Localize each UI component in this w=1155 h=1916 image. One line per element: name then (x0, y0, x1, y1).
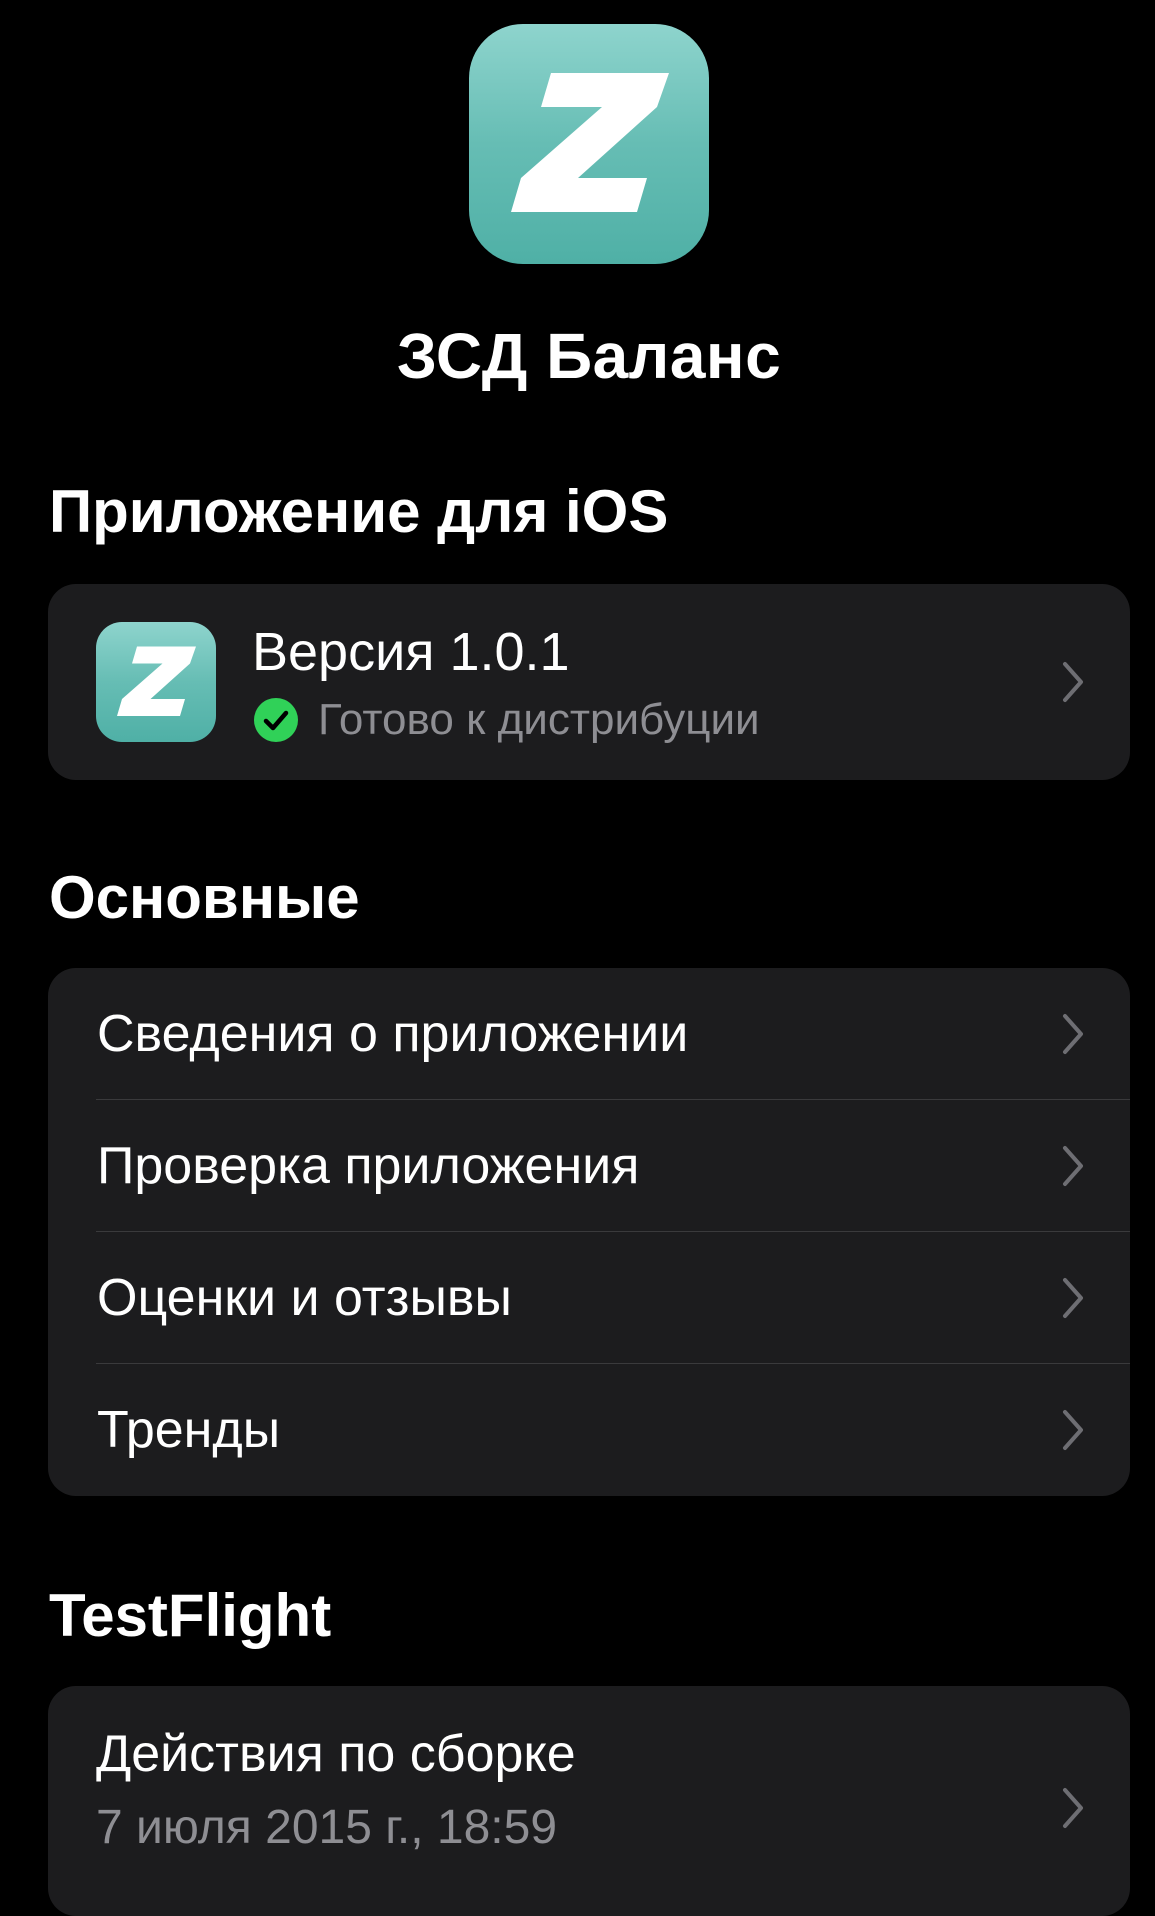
general-list: Сведения о приложении Проверка приложени… (48, 968, 1130, 1496)
chevron-right-icon (1062, 661, 1084, 703)
version-row[interactable]: Версия 1.0.1 Готово к дистрибуции (48, 584, 1130, 780)
section-header-general: Основные (49, 864, 360, 931)
checkmark-circle-icon (254, 698, 298, 742)
z-letter-icon (117, 646, 196, 716)
build-activity-title: Действия по сборке (96, 1725, 576, 1783)
status-label: Готово к дистрибуции (318, 695, 760, 744)
app-icon-large (469, 24, 709, 264)
app-icon-small (96, 622, 216, 742)
version-label: Версия 1.0.1 (252, 622, 570, 682)
list-item-label: Сведения о приложении (97, 1005, 689, 1063)
list-item-label: Проверка приложения (97, 1137, 640, 1195)
list-item-trends[interactable]: Тренды (48, 1364, 1130, 1496)
list-item-label: Оценки и отзывы (97, 1269, 512, 1327)
section-header-testflight: TestFlight (49, 1582, 332, 1649)
list-item-label: Тренды (97, 1401, 281, 1459)
app-title: ЗСД Баланс (396, 320, 782, 392)
chevron-right-icon (1062, 1013, 1084, 1055)
section-header-ios-app: Приложение для iOS (49, 478, 669, 545)
chevron-right-icon (1062, 1277, 1084, 1319)
chevron-right-icon (1062, 1409, 1084, 1451)
list-item-app-review[interactable]: Проверка приложения (48, 1100, 1130, 1232)
chevron-right-icon (1062, 1145, 1084, 1187)
build-activity-row[interactable]: Действия по сборке 7 июля 2015 г., 18:59 (48, 1686, 1130, 1916)
z-letter-icon (511, 73, 669, 212)
list-item-app-info[interactable]: Сведения о приложении (48, 968, 1130, 1100)
chevron-right-icon (1062, 1787, 1084, 1829)
status-row: Готово к дистрибуции (254, 696, 760, 744)
build-activity-date: 7 июля 2015 г., 18:59 (96, 1801, 558, 1854)
list-item-ratings-reviews[interactable]: Оценки и отзывы (48, 1232, 1130, 1364)
